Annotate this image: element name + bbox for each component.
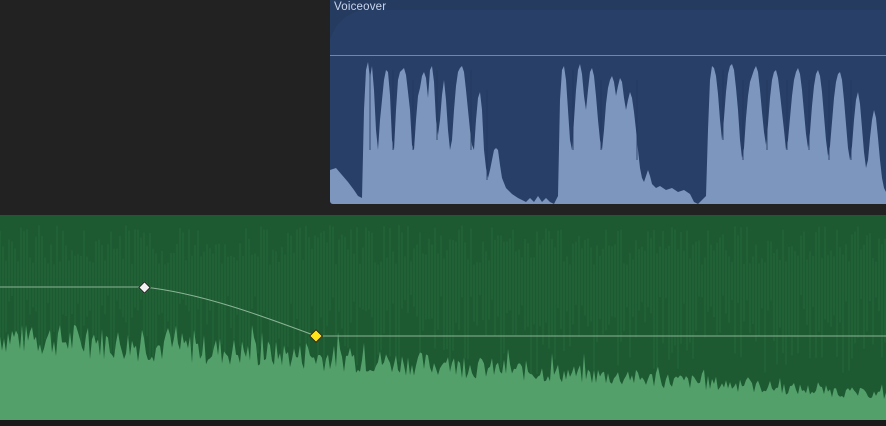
music-waveform [0,225,886,420]
timeline: Voiceover [0,0,886,426]
track-gap [0,204,886,215]
music-clip[interactable] [0,215,886,420]
voiceover-volume-line[interactable] [330,55,886,56]
voiceover-waveform [330,10,886,204]
clip-title: Voiceover [334,1,387,13]
voiceover-clip[interactable]: Voiceover [330,0,886,204]
timeline-bottom-edge [0,420,886,426]
